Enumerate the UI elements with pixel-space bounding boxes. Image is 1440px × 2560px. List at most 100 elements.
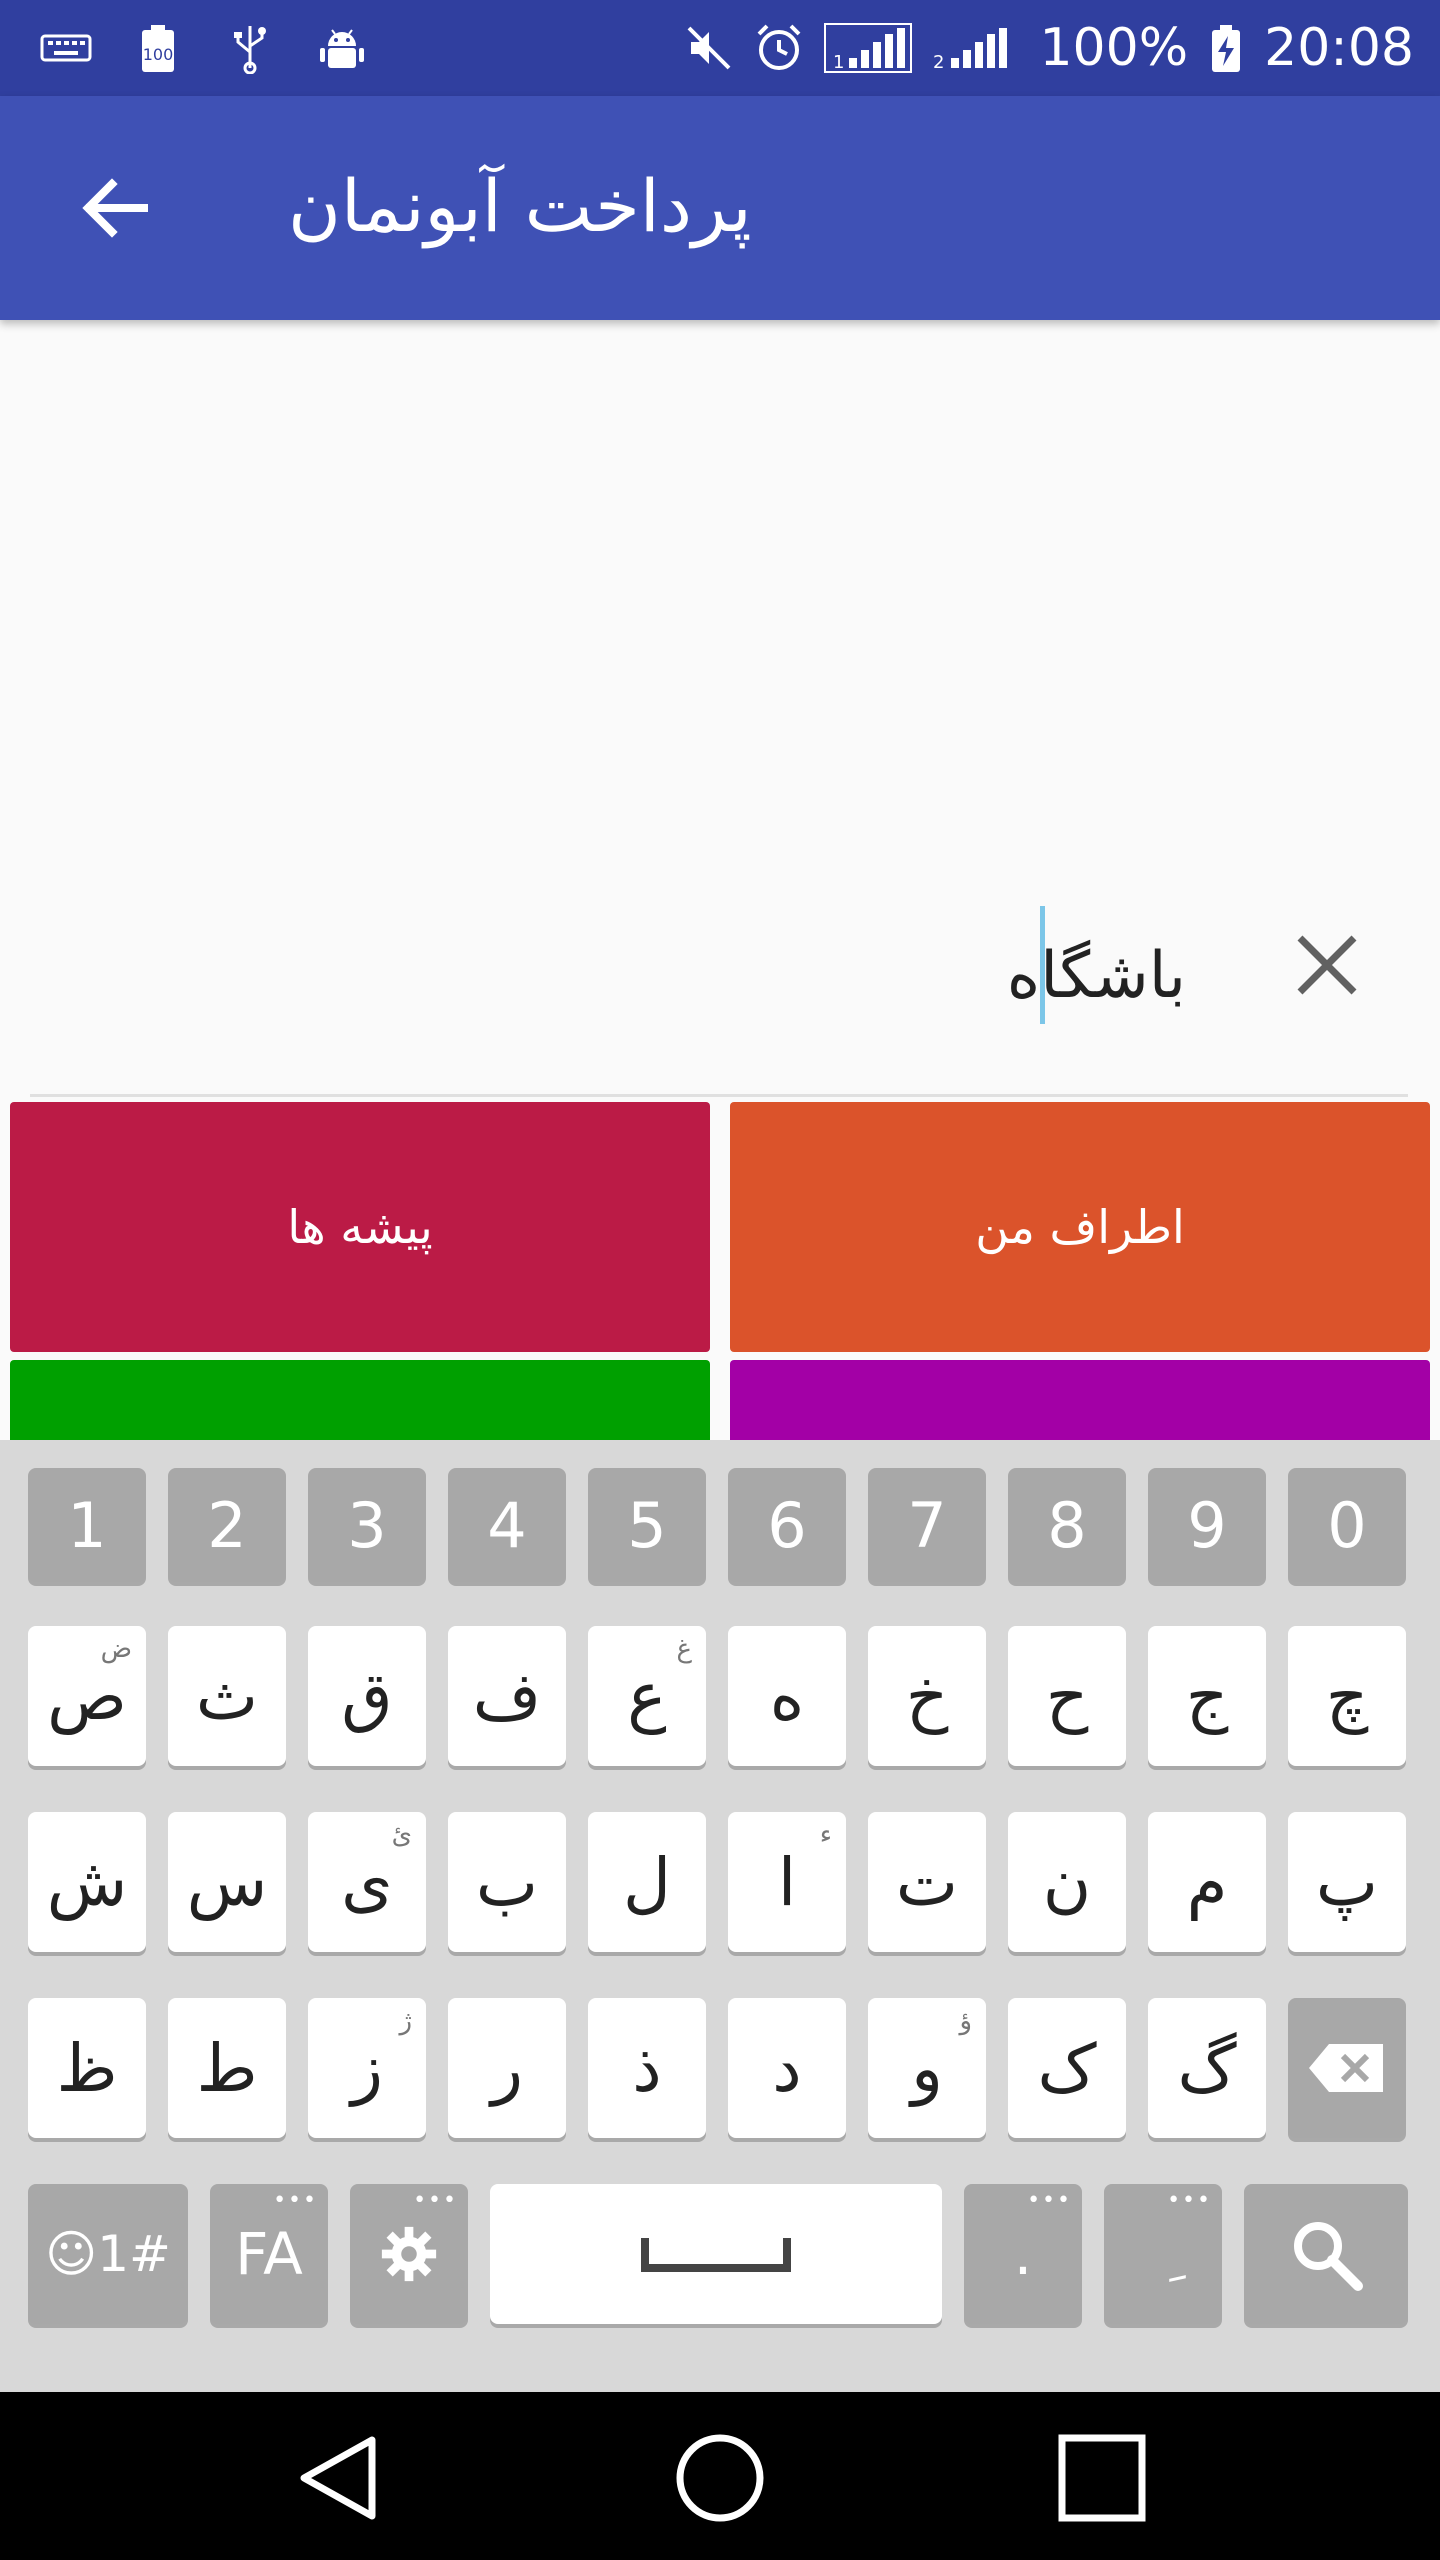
period-key[interactable]: . ••• [964,2184,1082,2324]
backspace-key[interactable] [1288,1998,1406,2138]
gear-icon [381,2226,437,2282]
symbols-key[interactable]: ☺1# [28,2184,188,2324]
android-debug-icon [316,22,368,74]
letter-key[interactable]: ج [1148,1626,1266,1766]
soft-keyboard: 1 2 3 4 5 6 7 8 9 0 صض ث ق ف عغ ه خ ح ج … [0,1440,1440,2392]
letter-key[interactable]: گ [1148,1998,1266,2138]
letter-key[interactable]: ذ [588,1998,706,2138]
key-1[interactable]: 1 [28,1468,146,1582]
settings-key[interactable]: ••• [350,2184,468,2324]
letter-key[interactable]: ه [728,1626,846,1766]
search-key[interactable] [1244,2184,1408,2324]
keyboard-letter-row-1: صض ث ق ف عغ ه خ ح ج چ [28,1626,1412,1766]
key-7[interactable]: 7 [868,1468,986,1582]
key-char: ا [777,1843,797,1921]
key-0[interactable]: 0 [1288,1468,1406,1582]
letter-key[interactable]: م [1148,1812,1266,1952]
search-field-container [30,890,1408,1097]
letter-key[interactable]: وؤ [868,1998,986,2138]
key-char: چ [1325,1657,1369,1735]
letter-key[interactable]: عغ [588,1626,706,1766]
language-label: FA [235,2220,303,2288]
language-key[interactable]: FA ••• [210,2184,328,2324]
nav-back-triangle-icon[interactable] [292,2430,388,2526]
letter-key[interactable]: ر [448,1998,566,2138]
letter-key[interactable]: ح [1008,1626,1126,1766]
key-char: ت [895,1843,959,1921]
letter-key[interactable]: ق [308,1626,426,1766]
search-input[interactable] [484,920,1188,1032]
keyboard-number-row: 1 2 3 4 5 6 7 8 9 0 [28,1468,1412,1582]
letter-key[interactable]: پ [1288,1812,1406,1952]
keyboard-bottom-row: ☺1# FA••• ••• .••• ِ••• [28,2184,1412,2324]
arrow-back-icon[interactable] [72,164,160,252]
key-char: ذ [632,2029,662,2107]
close-icon[interactable] [1290,928,1364,1002]
sim1-label: 1 [833,52,844,73]
key-char: ظ [56,2029,118,2107]
status-time: 20:08 [1264,18,1414,78]
key-char: ن [1042,1843,1092,1921]
key-char: ل [623,1843,671,1921]
mute-icon [683,22,735,74]
letter-key[interactable]: د [728,1998,846,2138]
period-label: . [1013,2220,1033,2288]
key-alt-char: ؤ [959,2006,972,2036]
letter-key[interactable]: چ [1288,1626,1406,1766]
key-char: ر [491,2029,523,2107]
letter-key[interactable]: خ [868,1626,986,1766]
key-9[interactable]: 9 [1148,1468,1266,1582]
status-bar: 100 1 2 100% 20:08 [0,0,1440,96]
letter-key[interactable]: ب [448,1812,566,1952]
key-5[interactable]: 5 [588,1468,706,1582]
key-char: ف [472,1657,542,1735]
nav-recents-square-icon[interactable] [1054,2430,1150,2526]
category-businesses-button[interactable]: پیشه ها [10,1102,710,1352]
backspace-icon [1309,2044,1383,2092]
search-icon [1294,2222,1363,2291]
key-char: ش [46,1843,128,1921]
page-title: پرداخت آبونمان [288,164,752,248]
letter-key[interactable]: صض [28,1626,146,1766]
letter-key[interactable]: ل [588,1812,706,1952]
key-8[interactable]: 8 [1008,1468,1126,1582]
letter-key[interactable]: زژ [308,1998,426,2138]
letter-key[interactable]: ث [168,1626,286,1766]
status-left-icons: 100 [40,0,368,96]
key-2[interactable]: 2 [168,1468,286,1582]
category-tile-green[interactable] [10,1360,710,1440]
space-key[interactable] [490,2184,942,2324]
letter-key[interactable]: اء [728,1812,846,1952]
letter-key[interactable]: ط [168,1998,286,2138]
battery-charging-icon [1206,22,1246,74]
battery-100-icon: 100 [132,22,184,74]
key-alt-char: ض [100,1634,132,1664]
key-char: ز [351,2029,383,2107]
key-char: ی [341,1843,393,1921]
key-char: گ [1177,2029,1237,2107]
key-alt-char: ئ [391,1820,412,1850]
letter-key[interactable]: ظ [28,1998,146,2138]
category-nearby-button[interactable]: اطراف من [730,1102,1430,1352]
app-bar: پرداخت آبونمان [0,96,1440,320]
key-4[interactable]: 4 [448,1468,566,1582]
key-alt-char: ژ [399,2006,412,2036]
letter-key[interactable]: ش [28,1812,146,1952]
key-char: ه [769,1657,805,1735]
category-tile-purple[interactable] [730,1360,1430,1440]
key-6[interactable]: 6 [728,1468,846,1582]
key-char: م [1186,1843,1228,1921]
key-char: د [772,2029,802,2107]
svg-text:100: 100 [143,45,174,64]
key-char: ح [1045,1657,1089,1735]
key-3[interactable]: 3 [308,1468,426,1582]
letter-key[interactable]: یئ [308,1812,426,1952]
nav-home-circle-icon[interactable] [672,2430,768,2526]
letter-key[interactable]: ک [1008,1998,1126,2138]
letter-key[interactable]: ت [868,1812,986,1952]
key-char: خ [905,1657,949,1735]
letter-key[interactable]: ف [448,1626,566,1766]
letter-key[interactable]: ن [1008,1812,1126,1952]
kasra-key[interactable]: ِ••• [1104,2184,1222,2324]
letter-key[interactable]: س [168,1812,286,1952]
